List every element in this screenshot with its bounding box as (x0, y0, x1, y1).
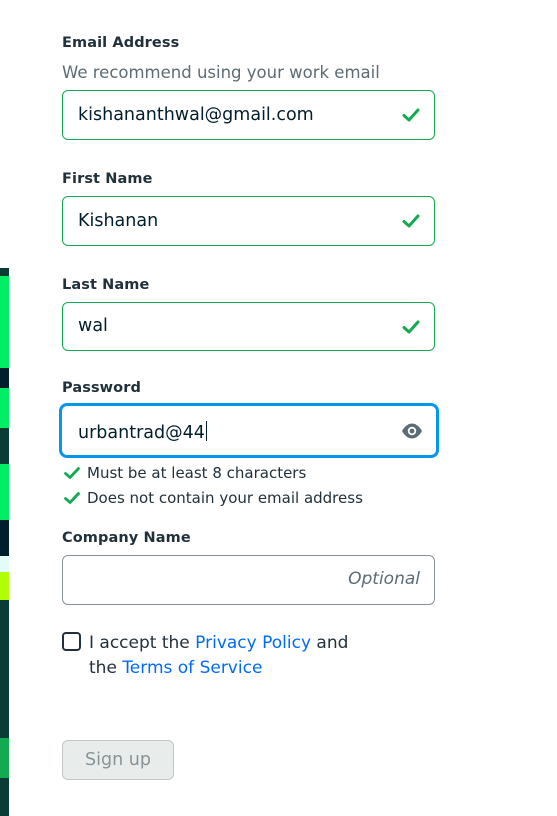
company-field[interactable]: Optional (62, 555, 435, 605)
email-value: kishananthwal@gmail.com (78, 105, 314, 125)
eye-icon[interactable] (401, 422, 423, 440)
password-field[interactable]: urbantrad@44 (59, 403, 439, 458)
check-icon (402, 214, 420, 228)
privacy-policy-link[interactable]: Privacy Policy (195, 633, 311, 653)
password-value: urbantrad@44 (78, 421, 207, 443)
text-caret (205, 421, 207, 441)
password-label: Password (62, 380, 141, 396)
password-rule-email: Does not contain your email address (64, 489, 363, 507)
last-name-field[interactable]: wal (62, 302, 435, 351)
terms-checkbox[interactable] (62, 632, 81, 651)
first-name-label: First Name (62, 171, 153, 187)
last-name-value: wal (78, 316, 108, 336)
sign-up-button[interactable]: Sign up (62, 740, 174, 780)
terms-of-service-link[interactable]: Terms of Service (122, 658, 262, 678)
email-field[interactable]: kishananthwal@gmail.com (62, 90, 435, 140)
check-icon (64, 467, 80, 479)
last-name-label: Last Name (62, 277, 150, 293)
company-label: Company Name (62, 530, 191, 546)
check-icon (64, 492, 80, 504)
email-hint: We recommend using your work email (62, 63, 380, 82)
email-label: Email Address (62, 35, 180, 51)
check-icon (402, 320, 420, 334)
first-name-field[interactable]: Kishanan (62, 196, 435, 246)
decorative-side-art (0, 268, 9, 816)
first-name-value: Kishanan (78, 211, 159, 231)
terms-consent-text: I accept the Privacy Policy and the Term… (89, 633, 349, 678)
company-placeholder: Optional (348, 569, 420, 589)
check-icon (402, 108, 420, 122)
password-rule-length: Must be at least 8 characters (64, 464, 306, 482)
